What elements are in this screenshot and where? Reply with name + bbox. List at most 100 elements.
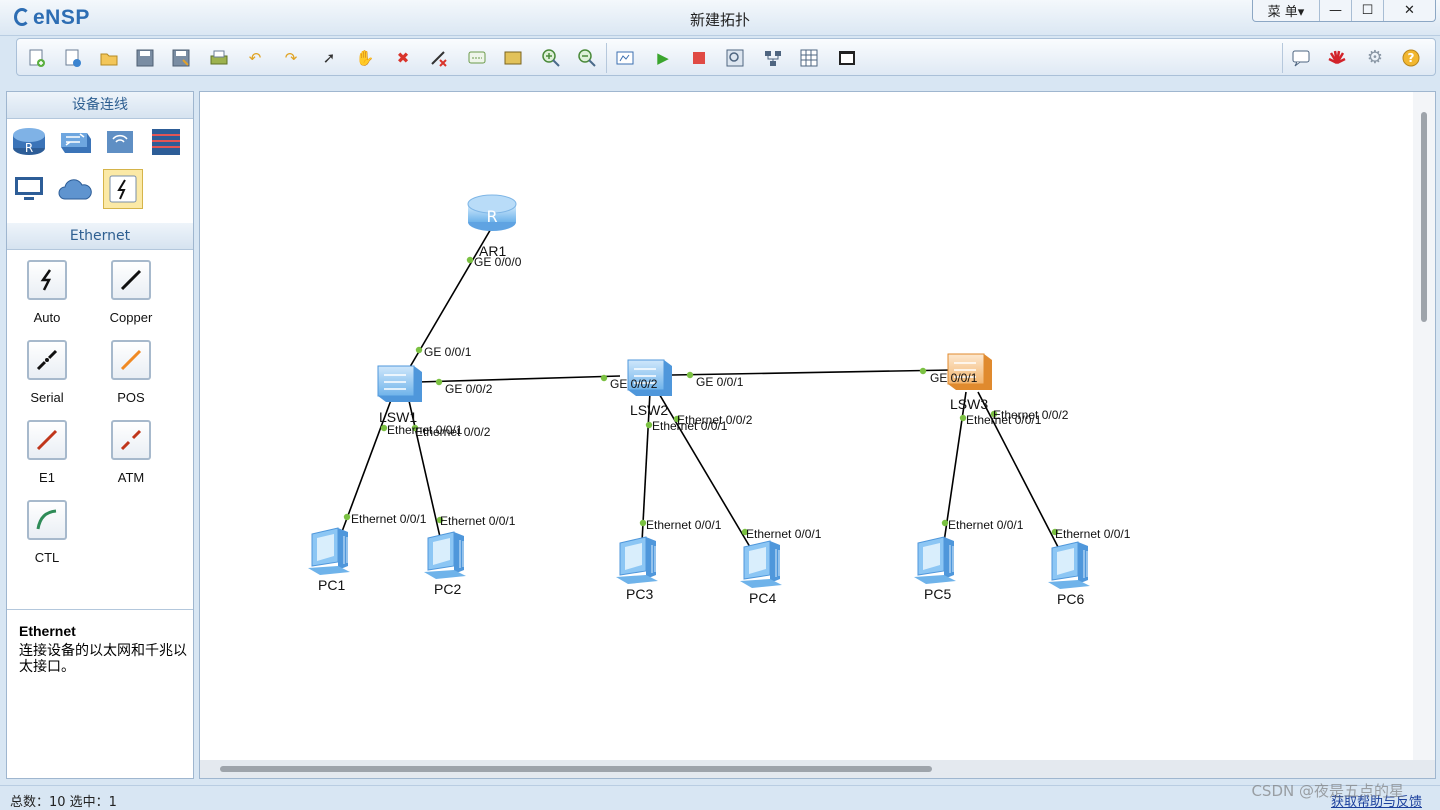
minimize-button[interactable]: —	[1319, 0, 1351, 21]
undo-icon[interactable]: ↶	[243, 46, 267, 70]
port-label: GE 0/0/1	[696, 375, 744, 389]
wireless-icon[interactable]	[103, 123, 139, 159]
conn-ctl[interactable]: CTL	[17, 500, 77, 565]
delete-link-icon[interactable]	[427, 46, 451, 70]
new-example-icon[interactable]	[61, 46, 85, 70]
maximize-button[interactable]: ☐	[1351, 0, 1383, 21]
pc-pc1[interactable]	[308, 527, 350, 575]
connections-header: Ethernet	[7, 223, 193, 250]
close-button[interactable]: ✕	[1383, 0, 1435, 21]
switch-icon[interactable]	[57, 123, 93, 159]
firewall-icon[interactable]	[149, 123, 185, 159]
fit-view-icon[interactable]	[613, 46, 637, 70]
port-label: Ethernet 0/0/1	[646, 518, 722, 532]
port-dot	[466, 256, 474, 264]
node-label-pc3: PC3	[626, 586, 653, 602]
hand-pan-icon[interactable]: ✋	[353, 46, 377, 70]
screenshot-icon[interactable]	[835, 46, 859, 70]
topology-diagram: R AR1 LSW1 LSW2 LSW3 PC1 PC2 PC3 PC4 PC5…	[308, 194, 1131, 607]
huawei-logo-icon[interactable]	[1325, 46, 1349, 70]
conn-label: Serial	[30, 390, 64, 405]
router-icon[interactable]: R	[11, 123, 47, 159]
select-pointer-icon[interactable]: ➚	[317, 46, 341, 70]
auto-link-icon	[27, 260, 67, 300]
node-label-pc4: PC4	[749, 590, 776, 606]
conn-label: ATM	[117, 470, 145, 485]
main-toolbar: ↶ ↷ ➚ ✋ ✖ ▶ ⚙ ?	[16, 38, 1436, 76]
port-label: GE 0/0/2	[445, 382, 493, 396]
pc-pc3[interactable]	[616, 536, 658, 584]
redo-icon[interactable]: ↷	[279, 46, 303, 70]
port-label: GE 0/0/1	[930, 371, 978, 385]
topology-canvas[interactable]: R AR1 LSW1 LSW2 LSW3 PC1 PC2 PC3 PC4 PC5…	[199, 91, 1436, 779]
description-box: Ethernet 连接设备的以太网和千兆以太接口。	[7, 609, 193, 778]
description-text: 连接设备的以太网和千兆以太接口。	[19, 643, 187, 675]
help-icon[interactable]: ?	[1399, 46, 1423, 70]
start-device-icon[interactable]: ▶	[651, 46, 675, 70]
print-icon[interactable]	[207, 46, 231, 70]
settings-gear-icon[interactable]: ⚙	[1363, 46, 1387, 70]
conn-auto[interactable]: Auto	[17, 260, 77, 325]
switch-lsw1[interactable]	[377, 365, 422, 402]
save-as-icon[interactable]	[169, 46, 193, 70]
rectangle-icon[interactable]	[501, 46, 525, 70]
port-dot	[343, 513, 351, 521]
node-label-pc5: PC5	[924, 586, 951, 602]
devices-header: 设备连线	[7, 92, 193, 119]
conn-pos[interactable]: POS	[101, 340, 161, 405]
conn-e1[interactable]: E1	[17, 420, 77, 485]
connection-types: Auto Copper Serial POS E1 ATM CTL	[7, 250, 193, 605]
message-icon[interactable]	[1289, 46, 1313, 70]
open-icon[interactable]	[97, 46, 121, 70]
topology-layout-icon[interactable]	[761, 46, 785, 70]
auto-connect-icon[interactable]	[103, 169, 143, 209]
capture-icon[interactable]	[723, 46, 747, 70]
svg-text:?: ?	[1408, 51, 1415, 65]
conn-atm[interactable]: ATM	[101, 420, 161, 485]
port-label: Ethernet 0/0/1	[440, 514, 516, 528]
port-label: Ethernet 0/0/2	[677, 413, 753, 427]
grid-icon[interactable]	[797, 46, 821, 70]
stop-device-icon[interactable]	[687, 46, 711, 70]
vertical-scrollbar[interactable]	[1421, 112, 1427, 322]
port-label: GE 0/0/1	[424, 345, 472, 359]
window-controls: 菜 单▾ — ☐ ✕	[1252, 0, 1436, 22]
device-panel: 设备连线 R Ethernet Auto Copper Serial POS E…	[6, 91, 194, 779]
node-label-lsw2: LSW2	[630, 402, 668, 418]
menu-button[interactable]: 菜 单▾	[1253, 0, 1319, 21]
port-label: GE 0/0/2	[610, 377, 658, 391]
port-label: Ethernet 0/0/1	[948, 518, 1024, 532]
conn-copper[interactable]: Copper	[101, 260, 161, 325]
atm-link-icon	[111, 420, 151, 460]
vertical-scroll-track[interactable]	[1413, 92, 1435, 760]
delete-icon[interactable]: ✖	[391, 46, 415, 70]
pc-terminal-icon[interactable]	[11, 171, 47, 207]
port-label: Ethernet 0/0/2	[993, 408, 1069, 422]
pc-pc6[interactable]	[1048, 541, 1090, 589]
text-note-icon[interactable]	[465, 46, 489, 70]
router-ar1[interactable]: R	[467, 194, 517, 231]
horizontal-scrollbar[interactable]	[220, 766, 932, 772]
cloud-icon[interactable]	[57, 171, 93, 207]
conn-serial[interactable]: Serial	[17, 340, 77, 405]
device-category-grid: R	[7, 119, 193, 223]
new-topology-icon[interactable]	[25, 46, 49, 70]
zoom-in-icon[interactable]	[539, 46, 563, 70]
description-title: Ethernet	[19, 623, 76, 639]
ctl-link-icon	[27, 500, 67, 540]
status-bar: 总数：10 选中：1 获取帮助与反馈	[0, 785, 1440, 810]
port-dot	[415, 346, 423, 354]
pc-pc4[interactable]	[740, 540, 782, 588]
toolbar-separator	[1282, 43, 1283, 73]
horizontal-scroll-track[interactable]	[200, 760, 1414, 778]
zoom-out-icon[interactable]	[575, 46, 599, 70]
save-icon[interactable]	[133, 46, 157, 70]
port-dot	[435, 378, 443, 386]
conn-label: CTL	[34, 550, 60, 565]
svg-text:R: R	[25, 141, 33, 155]
pc-pc2[interactable]	[424, 531, 466, 579]
copper-link-icon	[111, 260, 151, 300]
conn-label: POS	[117, 390, 145, 405]
port-dot	[919, 367, 927, 375]
pc-pc5[interactable]	[914, 536, 956, 584]
